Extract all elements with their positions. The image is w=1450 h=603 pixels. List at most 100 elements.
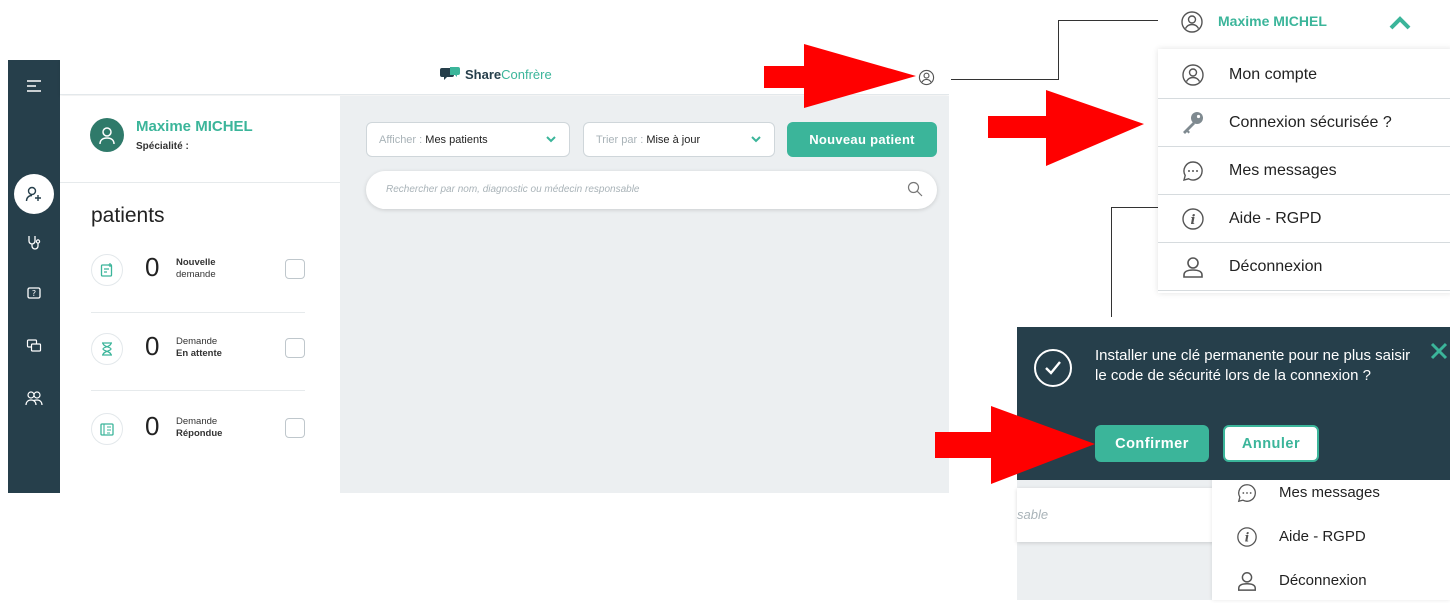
search-placeholder: Rechercher par nom, diagnostic ou médeci…	[386, 184, 640, 195]
avatar	[90, 118, 124, 152]
close-icon[interactable]	[1430, 342, 1448, 360]
sidebar-item-team[interactable]	[22, 386, 46, 410]
menu-item-label: Connexion sécurisée ?	[1229, 114, 1392, 131]
menu-item-label: Mes messages	[1279, 484, 1380, 501]
group-icon	[25, 391, 43, 406]
stat-label-line1: Demande	[176, 336, 218, 347]
sidebar-item-questions[interactable]: ?	[22, 282, 46, 306]
search-input[interactable]: Rechercher par nom, diagnostic ou médeci…	[366, 171, 937, 209]
sidebar-item-patients[interactable]	[14, 174, 54, 214]
connector-line	[951, 79, 1059, 80]
cancel-button[interactable]: Annuler	[1223, 425, 1319, 462]
user-menu-name: Maxime MICHEL	[1218, 13, 1327, 29]
info-icon: i	[1180, 206, 1206, 232]
stat-checkbox[interactable]	[285, 338, 305, 358]
divider	[91, 390, 305, 391]
red-arrow-annotation	[988, 90, 1144, 166]
logo-icon	[440, 67, 460, 80]
menu-item-logout[interactable]: Déconnexion	[1212, 559, 1450, 603]
question-bubble-icon: ?	[27, 287, 41, 299]
key-icon	[1180, 110, 1206, 136]
menu-item-label: Mon compte	[1229, 66, 1318, 83]
svg-text:i: i	[1245, 531, 1250, 545]
stat-answered-request: 0 Demande Répondue	[91, 405, 305, 455]
menu-item-account[interactable]: Mon compte	[1158, 51, 1450, 99]
search-input-fragment[interactable]: sable	[1017, 488, 1217, 542]
stat-label-line2: demande	[176, 269, 216, 280]
sort-select[interactable]: Trier par : Mise à jour	[583, 122, 775, 157]
stat-checkbox[interactable]	[285, 259, 305, 279]
page-title: patients	[91, 204, 165, 227]
search-icon[interactable]	[907, 181, 923, 197]
menu-icon[interactable]	[22, 74, 46, 98]
stat-checkbox[interactable]	[285, 418, 305, 438]
person-icon	[1180, 254, 1206, 280]
stat-count: 0	[145, 252, 160, 282]
connector-line	[1058, 20, 1059, 80]
user-avatar-icon[interactable]	[918, 69, 935, 86]
connector-line	[1111, 207, 1112, 317]
menu-item-help[interactable]: i Aide - RGPD	[1158, 195, 1450, 243]
select-value: Mes patients	[425, 133, 488, 146]
show-filter-select[interactable]: Afficher : Mes patients	[366, 122, 570, 157]
stat-count: 0	[145, 411, 160, 441]
sidebar-item-messages[interactable]	[22, 334, 46, 358]
menu-item-messages[interactable]: Mes messages	[1158, 147, 1450, 195]
sidebar-rail: ?	[8, 60, 60, 493]
hourglass-icon	[91, 333, 123, 365]
user-avatar-icon	[99, 127, 115, 145]
user-circle-icon	[1181, 11, 1203, 33]
svg-text:?: ?	[32, 289, 36, 298]
new-patient-button[interactable]: Nouveau patient	[787, 122, 937, 157]
user-dropdown-menu: Mon compte Connexion sécurisée ? Mes mes…	[1158, 49, 1450, 293]
red-arrow-annotation	[935, 406, 1095, 484]
profile-header: Maxime MICHEL Spécialité :	[90, 118, 253, 152]
answered-icon	[91, 413, 123, 445]
stethoscope-icon	[28, 236, 41, 250]
menu-item-label: Aide - RGPD	[1279, 528, 1366, 545]
menu-item-logout[interactable]: Déconnexion	[1158, 243, 1450, 291]
chevron-down-icon	[546, 136, 556, 143]
select-prefix: Trier par :	[596, 133, 644, 146]
stat-label-line2: Répondue	[176, 428, 223, 439]
menu-item-secure-login[interactable]: Connexion sécurisée ?	[1158, 99, 1450, 147]
chat-bubble-icon	[1236, 482, 1258, 504]
connector-line	[1112, 207, 1160, 208]
menu-item-label: Mes messages	[1229, 162, 1337, 179]
chat-bubble-icon	[1180, 158, 1206, 184]
menu-item-label: Déconnexion	[1229, 258, 1323, 275]
new-request-icon	[91, 254, 123, 286]
stat-pending-request: 0 Demande En attente	[91, 325, 305, 375]
sidebar-item-stethoscope[interactable]	[22, 230, 46, 254]
stat-count: 0	[145, 331, 160, 361]
menu-item-label: Aide - RGPD	[1229, 210, 1322, 227]
user-circle-icon	[1180, 62, 1206, 88]
connector-line	[1058, 20, 1162, 21]
stat-label-line1: Nouvelle	[176, 257, 216, 268]
info-icon: i	[1236, 526, 1258, 548]
app-logo[interactable]: ShareConfrère	[440, 66, 552, 82]
stat-new-request: 0 Nouvelle demande	[91, 246, 305, 296]
user-menu-header[interactable]: Maxime MICHEL	[1158, 0, 1450, 46]
patients-panel: Maxime MICHEL Spécialité : patients 0 No…	[60, 96, 340, 493]
add-user-icon	[25, 186, 41, 202]
person-icon	[1236, 570, 1258, 592]
search-placeholder-fragment: sable	[1017, 507, 1049, 522]
stat-label-line2: En attente	[176, 348, 222, 359]
logo-share-text: Share	[465, 66, 502, 82]
check-icon	[1034, 349, 1072, 387]
logo-confrere-text: Confrère	[501, 66, 552, 82]
stat-label-line1: Demande	[176, 416, 218, 427]
chevron-up-icon[interactable]	[1388, 14, 1412, 32]
menu-item-help[interactable]: i Aide - RGPD	[1212, 515, 1450, 559]
menu-item-label: Déconnexion	[1279, 572, 1367, 589]
confirm-button[interactable]: Confirmer	[1095, 425, 1209, 462]
select-prefix: Afficher :	[379, 133, 423, 146]
user-dropdown-menu-partial: Mes messages i Aide - RGPD Déconnexion	[1212, 470, 1450, 600]
divider	[60, 182, 340, 183]
chat-icon	[26, 339, 42, 352]
main-content: Afficher : Mes patients Trier par : Mise…	[340, 96, 949, 493]
profile-specialty: Spécialité :	[136, 141, 189, 152]
profile-name: Maxime MICHEL	[136, 118, 253, 135]
select-value: Mise à jour	[646, 133, 701, 146]
